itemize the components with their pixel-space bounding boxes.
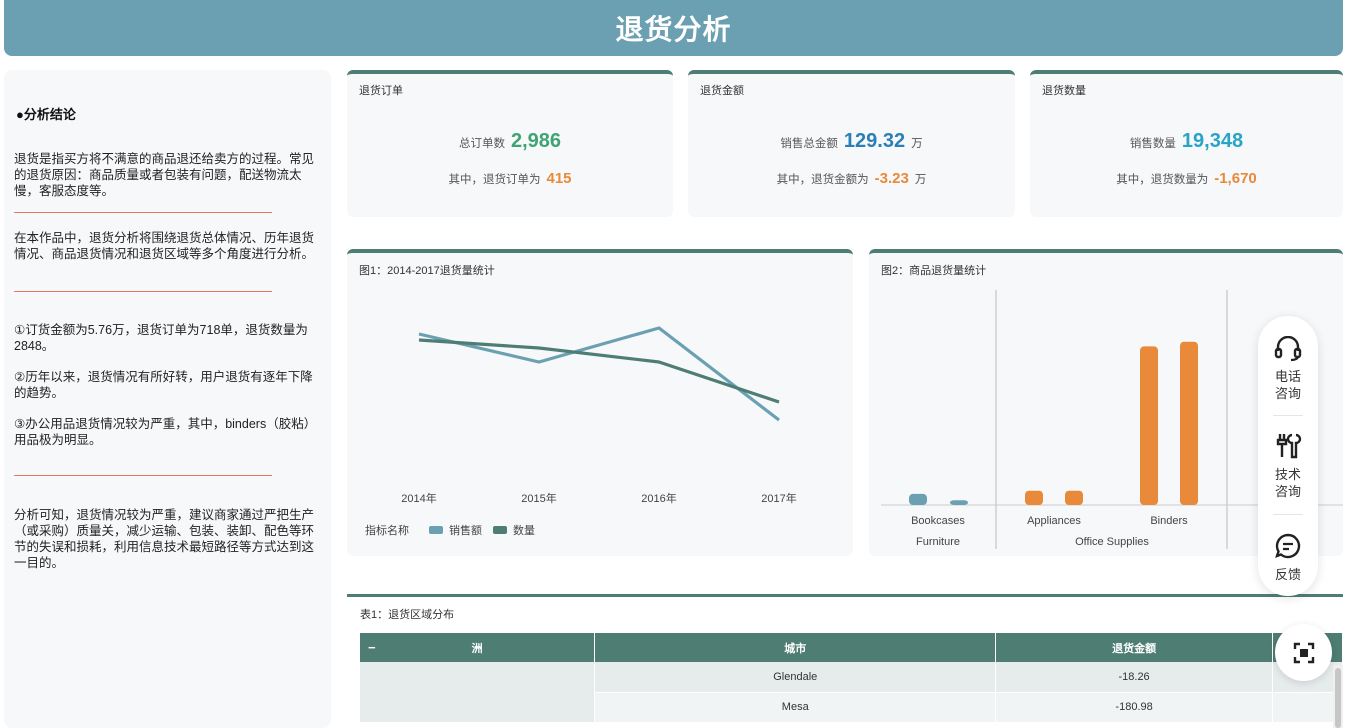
kpi-title: 退货数量: [1042, 85, 1086, 97]
kpi-sub-value: -3.23: [874, 170, 909, 187]
analysis-intro: 退货是指买方将不满意的商品退还给卖方的过程。常见的退货原因：商品质量或者包装有问…: [14, 152, 315, 198]
legend-label: 数量: [513, 524, 535, 537]
city-cell: Glendale: [594, 662, 997, 693]
page-header: 退货分析: [4, 0, 1343, 56]
kpi-label: 总订单数: [458, 138, 505, 150]
kpi-sub-row: 其中，退货数量为 -1,670: [1030, 170, 1343, 187]
kpi-sub-label: 其中，退货金额为: [776, 174, 869, 186]
feedback-label: 反馈: [1274, 567, 1301, 582]
line-chart: 2014年 2015年 2016年 2017年指标名称 销售额 数量: [365, 326, 797, 537]
column-header-city[interactable]: 城市: [594, 633, 997, 662]
kpi-value: 19,348: [1181, 130, 1244, 152]
group-label: Furniture: [916, 536, 960, 548]
extra-cell: [1272, 692, 1343, 723]
kpi-card-amount: 退货金额 销售总金额 129.32 万 其中，退货金额为 -3.23 万: [688, 70, 1015, 217]
menu-separator: [1273, 514, 1303, 515]
feedback-button[interactable]: 反馈: [1258, 532, 1318, 583]
kpi-label: 销售总金额: [780, 138, 838, 150]
analysis-divider: [14, 475, 272, 476]
analysis-panel: ●分析结论 退货是指买方将不满意的商品退还给卖方的过程。常见的退货原因：商品质量…: [4, 70, 331, 728]
bar: [909, 493, 927, 505]
tech-consult-button[interactable]: 技术咨询: [1258, 432, 1318, 500]
analysis-divider: [14, 212, 272, 213]
group-label: Office Supplies: [1075, 536, 1149, 548]
analysis-finding-2: ②历年以来，退货情况有所好转，用户退货有逐年下降的趋势。: [14, 370, 313, 400]
bar: [1140, 346, 1158, 505]
fullscreen-icon: [1293, 642, 1314, 663]
legend-swatch: [493, 526, 507, 534]
amount-cell: -18.26: [995, 662, 1274, 693]
region-table: − 洲 城市 退货金额 Glendale -18.26 Mesa -180.98: [360, 633, 1343, 723]
kpi-unit: 万: [911, 138, 923, 150]
legend-swatch: [429, 526, 443, 534]
amount-cell: -180.98: [995, 692, 1274, 723]
table-scrollbar-thumb[interactable]: [1335, 668, 1341, 728]
analysis-divider: [14, 291, 272, 292]
kpi-sub-label: 其中，退货数量为: [1116, 174, 1209, 186]
kpi-value: 129.32: [843, 130, 906, 152]
kpi-card-quantity: 退货数量 销售数量 19,348 其中，退货数量为 -1,670: [1030, 70, 1343, 217]
analysis-scope: 在本作品中，退货分析将围绕退货总体情况、历年退货情况、商品退货情况和退货区域等多…: [14, 231, 315, 261]
x-tick-label: 2016年: [641, 491, 676, 505]
x-tick-label: 2015年: [521, 491, 556, 505]
analysis-conclusion: 分析可知，退货情况较为严重，建议商家通过严把生产（或采购）质量关，减少运输、包装…: [14, 508, 315, 570]
line-series-1: [418, 326, 780, 422]
x-tick-label: Bookcases: [911, 515, 965, 527]
chat-bubble-icon: [1275, 533, 1301, 559]
city-cell: Mesa: [594, 692, 997, 723]
kpi-sub-row: 其中，退货金额为 -3.23 万: [688, 170, 1015, 187]
column-header-amount[interactable]: 退货金额: [995, 633, 1274, 662]
legend-label: 销售额: [449, 523, 482, 537]
x-tick-label: 2014年: [401, 491, 436, 505]
tech-consult-label: 技术咨询: [1274, 467, 1301, 499]
bar: [1025, 490, 1043, 505]
kpi-sub-unit: 万: [914, 174, 927, 186]
kpi-card-orders: 退货订单 总订单数 2,986 其中，退货订单为 415: [347, 70, 673, 217]
headset-icon: [1274, 335, 1302, 362]
kpi-sub-value: -1,670: [1214, 170, 1257, 187]
kpi-sub-value: 415: [546, 170, 572, 187]
kpi-sub-row: 其中，退货订单为 415: [347, 170, 673, 187]
x-tick-label: 2017年: [761, 491, 796, 505]
x-tick-label: Binders: [1150, 515, 1188, 527]
kpi-main-row: 销售数量 19,348: [1030, 130, 1343, 153]
bar: [1065, 490, 1083, 505]
analysis-heading: ●分析结论: [16, 107, 76, 122]
floating-help-menu: 电话咨询 技术咨询 反馈: [1258, 316, 1318, 596]
kpi-main-row: 销售总金额 129.32 万: [688, 130, 1015, 153]
page-title: 退货分析: [615, 14, 732, 45]
region-table-card: 表1：退货区域分布 − 洲 城市 退货金额 Glendale -18.26 Me…: [347, 594, 1343, 728]
phone-consult-label: 电话咨询: [1274, 369, 1301, 401]
fullscreen-button[interactable]: [1275, 624, 1332, 681]
bar: [1180, 341, 1198, 505]
phone-consult-button[interactable]: 电话咨询: [1258, 335, 1318, 402]
kpi-sub-label: 其中，退货订单为: [448, 174, 541, 186]
kpi-value: 2,986: [510, 130, 562, 152]
analysis-finding-1: ①订货金额为5.76万，退货订单为718单，退货数量为2848。: [14, 323, 308, 353]
kpi-title: 退货订单: [359, 85, 403, 97]
kpi-title: 退货金额: [700, 85, 744, 97]
analysis-finding-3: ③办公用品退货情况较为严重，其中，binders（胶粘）用品极为明显。: [14, 417, 317, 447]
region-cell: [360, 662, 596, 723]
x-tick-label: Appliances: [1027, 515, 1081, 527]
menu-separator: [1273, 415, 1303, 416]
bar: [950, 500, 968, 505]
table-title: 表1：退货区域分布: [360, 609, 455, 621]
legend-title: 指标名称: [365, 523, 409, 537]
line-chart-card: 图1：2014-2017退货量统计 2014年 2015年 2016年 2017年 指标…: [347, 249, 853, 556]
column-header-region[interactable]: − 洲: [360, 633, 596, 662]
collapse-icon[interactable]: −: [368, 640, 376, 655]
kpi-main-row: 总订单数 2,986: [347, 130, 673, 153]
tools-icon: [1276, 433, 1302, 459]
kpi-label: 销售数量: [1129, 138, 1176, 150]
table-row: Glendale -18.26: [360, 662, 1343, 723]
line-series-2: [418, 338, 780, 404]
